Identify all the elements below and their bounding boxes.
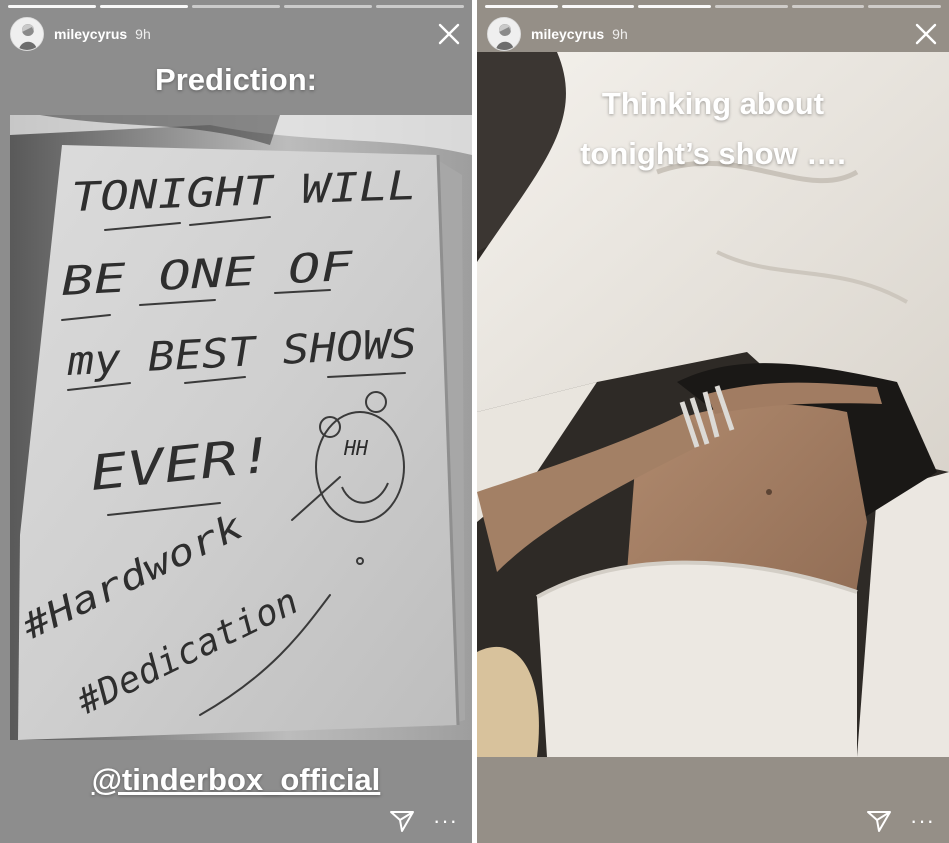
story-footer: ··· (389, 809, 458, 833)
more-icon[interactable]: ··· (433, 810, 458, 832)
progress-segment (8, 5, 96, 8)
caption-line: Thinking about (601, 86, 825, 121)
progress-segment (561, 5, 635, 8)
story-timestamp: 9h (135, 26, 151, 42)
story-username[interactable]: mileycyrus (54, 26, 127, 42)
avatar[interactable] (487, 17, 521, 51)
story-header: mileycyrus 9h (10, 14, 462, 54)
progress-segment (715, 5, 788, 8)
close-icon[interactable] (913, 21, 939, 47)
story-progress-bar (485, 5, 942, 8)
progress-segment (638, 5, 712, 8)
avatar[interactable] (10, 17, 44, 51)
progress-segment (376, 5, 464, 8)
progress-segment (192, 5, 280, 8)
story-username[interactable]: mileycyrus (531, 26, 604, 42)
notebook-photo: HH TONIGHT WILL BE ONE OF my BEST SHOWS … (10, 115, 472, 740)
send-icon[interactable] (389, 809, 415, 833)
story-panel-right[interactable]: mileycyrus 9h Thinking about tonight’s s… (477, 0, 949, 843)
more-icon[interactable]: ··· (910, 810, 935, 832)
story-caption-title: Prediction: (155, 62, 317, 97)
progress-segment (284, 5, 372, 8)
progress-segment (485, 5, 558, 8)
story-footer: ··· (866, 809, 935, 833)
close-icon[interactable] (436, 21, 462, 47)
story-panel-left[interactable]: mileycyrus 9h Prediction: HH TONIGHT WIL… (0, 0, 472, 843)
story-caption: Thinking about tonight’s show …. (537, 86, 889, 172)
avatar-image (488, 18, 520, 50)
avatar-image (11, 18, 43, 50)
caption-line: tonight’s show …. (580, 136, 846, 171)
story-header: mileycyrus 9h (487, 14, 939, 54)
story-progress-bar (8, 5, 464, 8)
story-timestamp: 9h (612, 26, 628, 42)
progress-segment (868, 5, 942, 8)
progress-segment (791, 5, 865, 8)
send-icon[interactable] (866, 809, 892, 833)
doodle-initials: HH (343, 436, 369, 460)
progress-segment (100, 5, 188, 8)
mention-sticker[interactable]: @tinderbox_official (0, 762, 472, 798)
